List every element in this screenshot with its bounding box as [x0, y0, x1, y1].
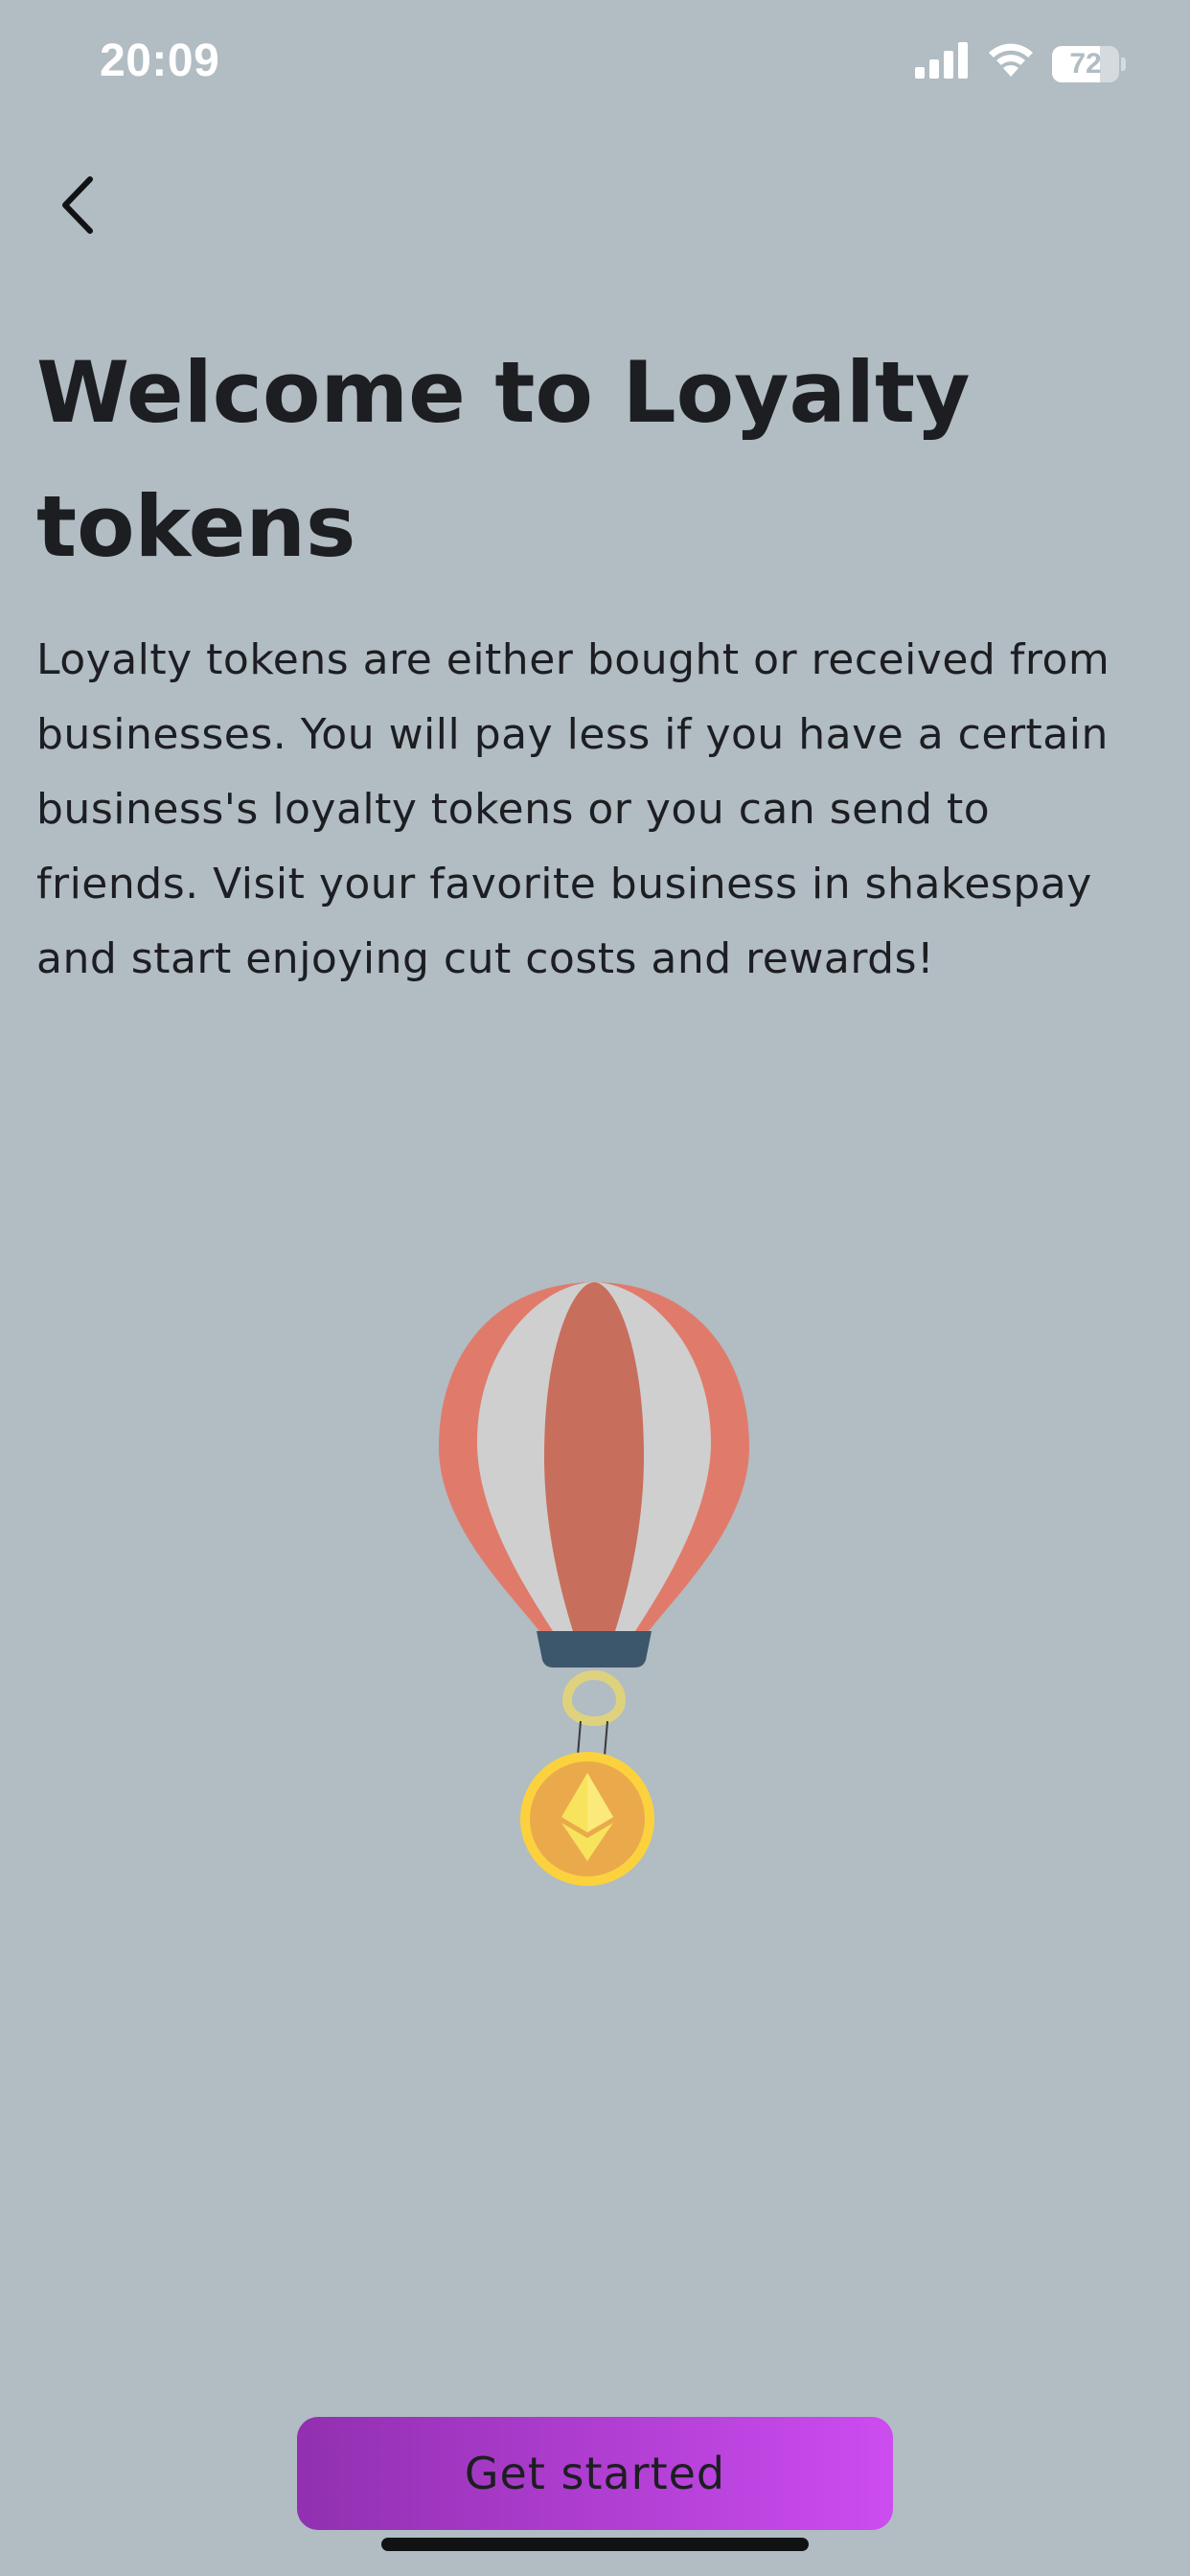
wifi-icon: [989, 43, 1033, 77]
balloon-basket: [537, 1631, 652, 1668]
hot-air-balloon-illustration: [439, 1282, 749, 1886]
home-indicator: [381, 2538, 809, 2551]
get-started-label: Get started: [464, 2448, 726, 2499]
page-title: Welcome to Loyalty tokens: [36, 343, 971, 576]
battery-nub: [1121, 58, 1126, 71]
status-time: 20:09: [100, 35, 220, 86]
status-bar: 20:09 72: [0, 0, 1190, 134]
ethereum-coin-icon: [520, 1752, 654, 1886]
chevron-left-icon: [62, 176, 93, 234]
description-text: Loyalty tokens are either bought or rece…: [36, 635, 1110, 983]
balloon-envelope: [439, 1282, 749, 1631]
back-button[interactable]: [38, 161, 125, 247]
get-started-button[interactable]: Get started: [297, 2417, 893, 2530]
battery-indicator: 72: [1052, 46, 1127, 82]
cellular-signal-icon: [915, 42, 968, 79]
balloon-ring: [561, 1669, 627, 1727]
battery-body: 72: [1052, 46, 1119, 82]
battery-percent: 72: [1069, 48, 1102, 80]
